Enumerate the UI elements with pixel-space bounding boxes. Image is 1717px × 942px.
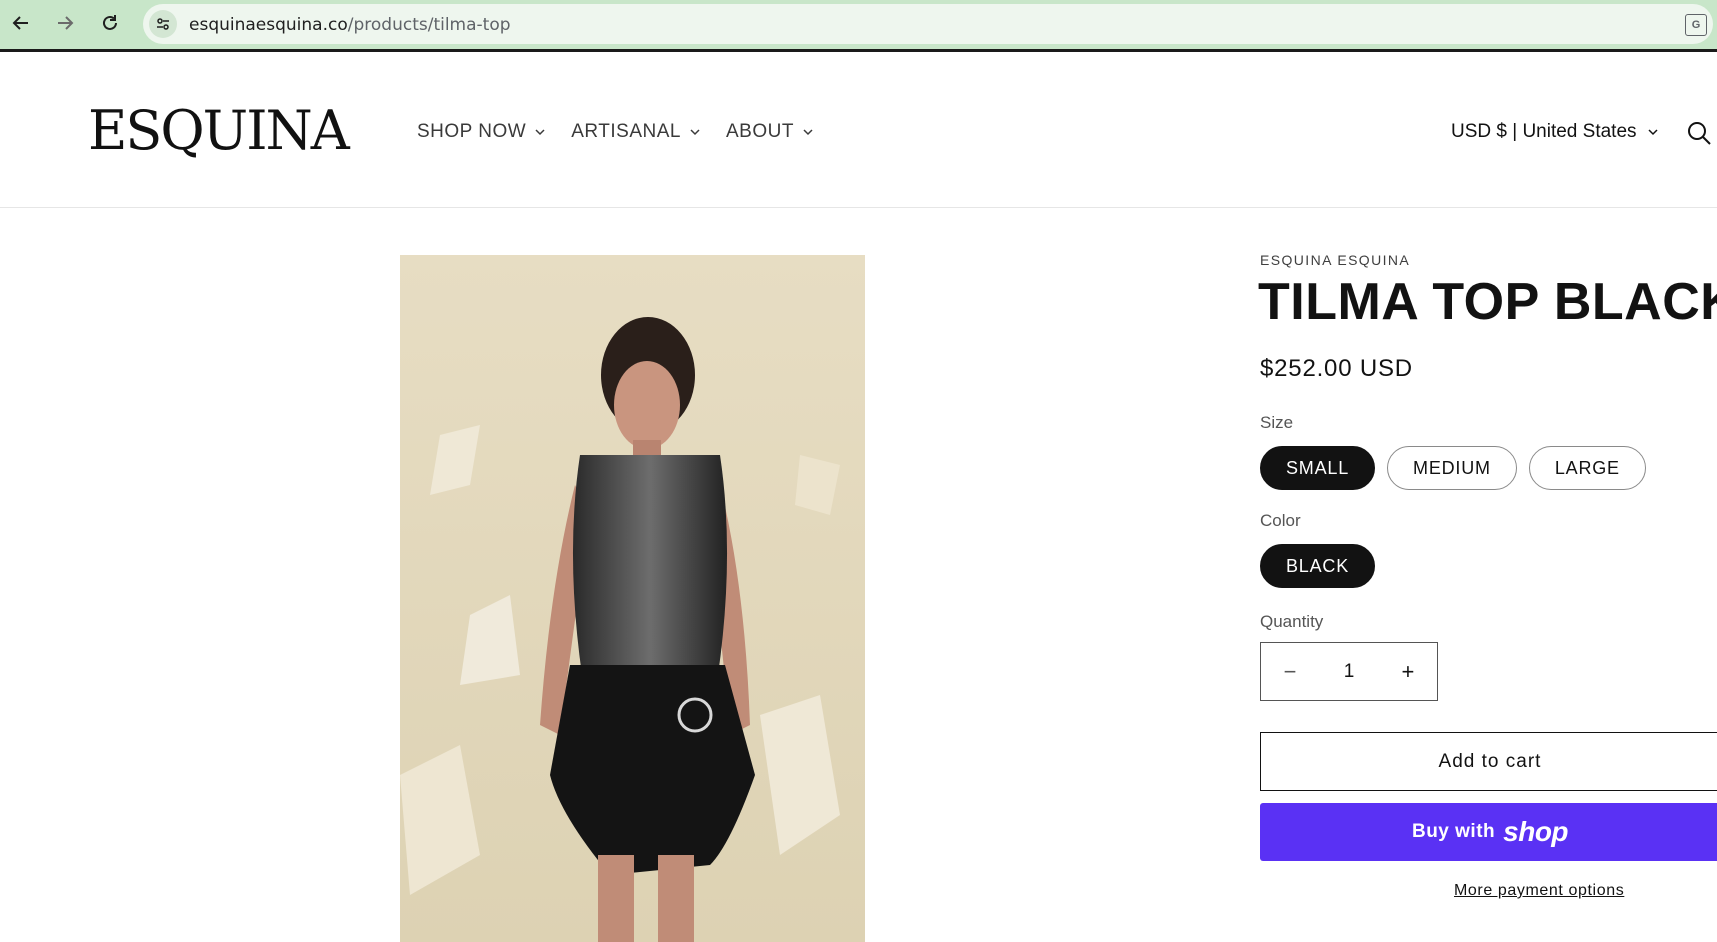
quantity-increase-button[interactable]: +: [1379, 643, 1437, 700]
address-bar[interactable]: esquinaesquina.co/products/tilma-top G: [143, 4, 1713, 44]
quantity-label: Quantity: [1260, 612, 1324, 631]
color-option-black[interactable]: BLACK: [1260, 544, 1376, 588]
color-label: Color: [1260, 511, 1301, 530]
url-path: /products/tilma-top: [347, 15, 511, 35]
quantity-decrease-button[interactable]: −: [1261, 643, 1319, 700]
translate-icon[interactable]: G: [1685, 14, 1707, 36]
product-price: $252.00 USD: [1260, 355, 1413, 382]
reload-button[interactable]: [95, 8, 125, 38]
chevron-down-icon: [803, 129, 813, 136]
product-image[interactable]: [400, 255, 865, 942]
chevron-down-icon: [535, 129, 545, 136]
add-to-cart-button[interactable]: Add to cart: [1260, 732, 1717, 791]
menu-item-label: SHOP NOW: [417, 121, 527, 142]
color-options: BLACK: [1260, 544, 1376, 588]
buy-with-shop-button[interactable]: Buy with shop: [1260, 803, 1717, 861]
forward-button[interactable]: [50, 8, 80, 38]
quantity-input[interactable]: 1: [1344, 661, 1355, 683]
size-option-medium[interactable]: MEDIUM: [1387, 446, 1517, 490]
buy-with-label: Buy with: [1411, 821, 1496, 842]
currency-label: USD $ | United States: [1451, 121, 1637, 142]
tune-icon: [157, 18, 169, 30]
size-option-small[interactable]: SMALL: [1260, 446, 1376, 490]
search-icon: [1688, 122, 1711, 145]
currency-selector[interactable]: USD $ | United States: [1451, 121, 1659, 143]
chevron-down-icon: [690, 129, 700, 136]
search-button[interactable]: [1685, 119, 1713, 147]
menu-item-about[interactable]: ABOUT: [726, 121, 814, 143]
url-host: esquinaesquina.co: [189, 15, 348, 35]
menu-item-label: ABOUT: [725, 121, 794, 142]
site-logo[interactable]: ESQUINA: [88, 99, 350, 162]
back-button[interactable]: [6, 8, 36, 38]
site-info-button[interactable]: [149, 10, 177, 38]
reload-icon: [103, 15, 117, 30]
url-text: esquinaesquina.co/products/tilma-top: [189, 15, 511, 35]
main-menu: SHOP NOW ARTISANAL ABOUT: [417, 121, 814, 143]
arrow-right-icon: [58, 16, 74, 30]
menu-item-shop-now[interactable]: SHOP NOW: [417, 121, 546, 143]
size-label: Size: [1260, 413, 1294, 432]
product-photo: [400, 255, 865, 942]
menu-item-artisanal[interactable]: ARTISANAL: [571, 121, 701, 143]
quantity-stepper: − 1 +: [1260, 642, 1438, 701]
size-option-large[interactable]: LARGE: [1528, 446, 1646, 490]
site-header: ESQUINA SHOP NOW ARTISANAL ABOUT USD $ |…: [0, 55, 1717, 208]
browser-toolbar: esquinaesquina.co/products/tilma-top G: [0, 0, 1717, 52]
size-options: SMALL MEDIUM LARGE: [1260, 446, 1646, 490]
product-vendor: ESQUINA ESQUINA: [1260, 252, 1411, 268]
chevron-down-icon: [1648, 129, 1658, 136]
shop-logo: shop: [1503, 816, 1569, 847]
menu-item-label: ARTISANAL: [571, 121, 681, 142]
product-title: TILMA TOP BLACK: [1258, 273, 1717, 331]
arrow-left-icon: [12, 16, 28, 30]
more-payment-options-link[interactable]: More payment options: [1454, 882, 1624, 900]
